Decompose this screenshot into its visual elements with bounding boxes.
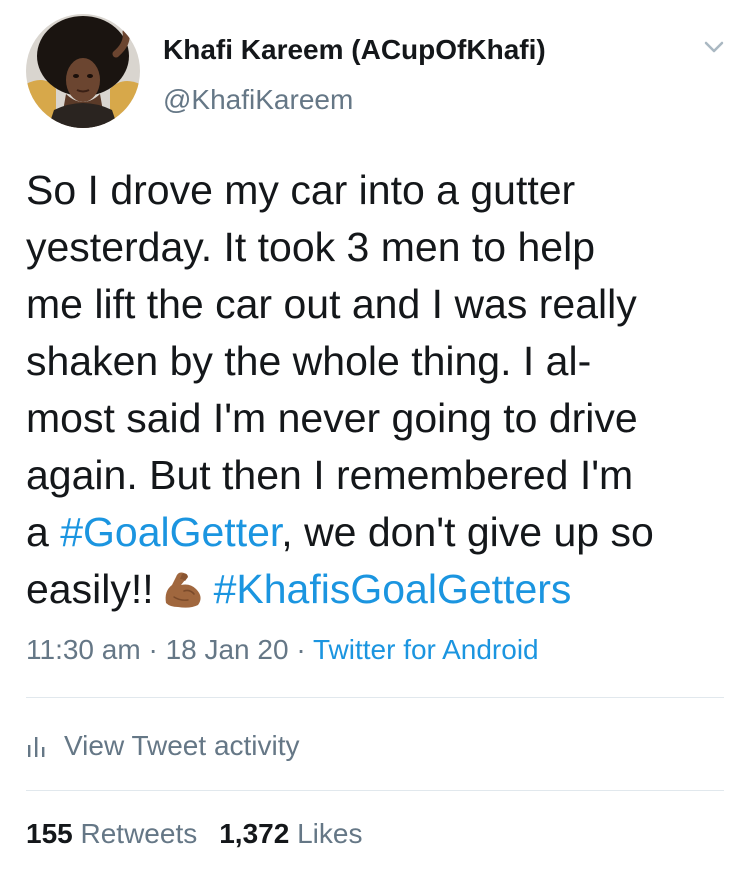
retweets-label: Retweets	[80, 818, 198, 849]
likes-count: 1,372	[219, 818, 290, 849]
avatar[interactable]	[26, 14, 140, 128]
divider	[26, 697, 724, 698]
tweet-meta: 11:30 am · 18 Jan 20 · Twitter for Andro…	[26, 634, 539, 666]
tweet-text-line: easily!! #KhafisGoalGetters	[26, 561, 726, 618]
view-tweet-activity-label: View Tweet activity	[64, 730, 300, 761]
likes-stat[interactable]: 1,372 Likes	[219, 818, 362, 849]
hashtag-link[interactable]: #KhafisGoalGetters	[214, 566, 572, 612]
tweet-text-line: So I drove my car into a gutter	[26, 167, 576, 213]
user-handle[interactable]: @KhafiKareem	[163, 84, 353, 116]
tweet-text-fragment: a	[26, 509, 61, 555]
tweet-source-link[interactable]: Twitter for Android	[313, 634, 539, 665]
tweet-date: 18 Jan 20	[165, 634, 289, 665]
meta-separator: ·	[140, 634, 166, 665]
meta-separator: ·	[288, 634, 313, 665]
tweet-text: So I drove my car into a gutter yesterda…	[26, 162, 726, 618]
tweet-text-line: shaken by the whole thing. I al-	[26, 338, 592, 384]
hashtag-link[interactable]: #GoalGetter	[60, 509, 281, 555]
tweet-text-line: again. But then I remembered I'm	[26, 452, 634, 498]
flexed-biceps-icon	[165, 572, 201, 608]
bar-chart-icon	[28, 737, 45, 757]
view-tweet-activity-button[interactable]: View Tweet activity	[26, 726, 300, 766]
tweet-card: Khafi Kareem (ACupOfKhafi) @KhafiKareem …	[0, 0, 750, 877]
avatar-image	[26, 14, 140, 128]
tweet-stats: 155 Retweets 1,372 Likes	[26, 818, 362, 850]
retweets-count: 155	[26, 818, 73, 849]
tweet-text-fragment: easily!!	[26, 566, 154, 612]
divider	[26, 790, 724, 791]
retweets-stat[interactable]: 155 Retweets	[26, 818, 197, 849]
tweet-text-line: yesterday. It took 3 men to help	[26, 224, 595, 270]
tweet-text-line: me lift the car out and I was really	[26, 281, 637, 327]
display-name[interactable]: Khafi Kareem (ACupOfKhafi)	[163, 34, 546, 66]
tweet-text-line: a #GoalGetter, we don't give up so	[26, 504, 726, 561]
chevron-down-icon[interactable]	[699, 34, 729, 60]
likes-label: Likes	[297, 818, 363, 849]
tweet-time: 11:30 am	[26, 634, 141, 665]
tweet-text-line: most said I'm never going to drive	[26, 395, 638, 441]
tweet-text-fragment: , we don't give up so	[281, 509, 654, 555]
